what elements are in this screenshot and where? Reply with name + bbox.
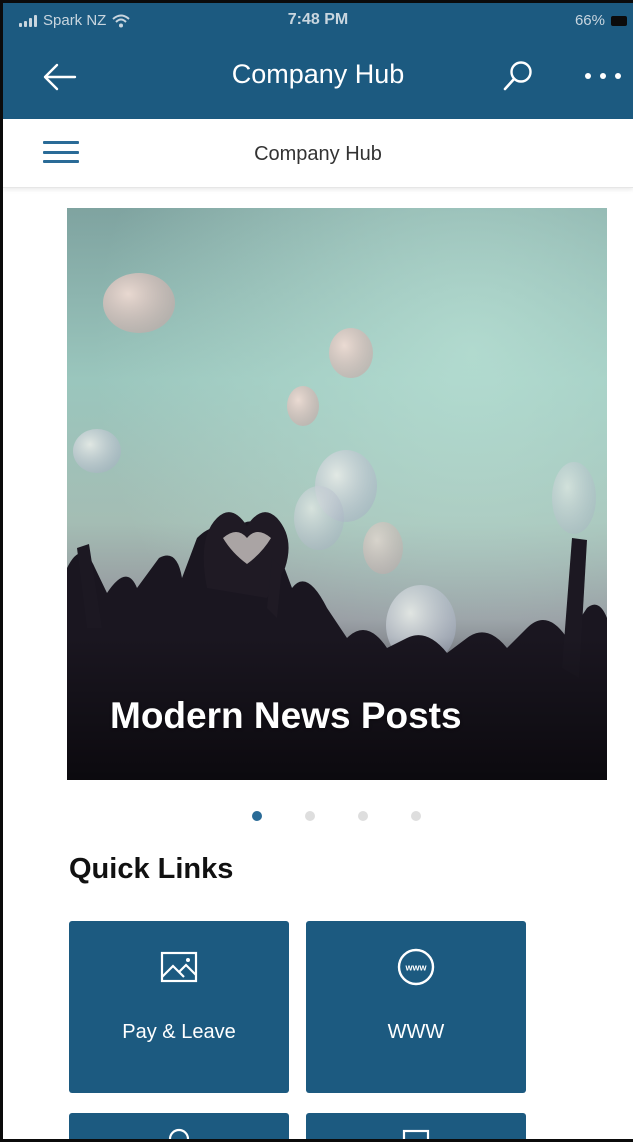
www-globe-icon: www bbox=[397, 948, 435, 986]
carousel-dot-3[interactable] bbox=[358, 811, 368, 821]
quick-link-www[interactable]: www WWW bbox=[306, 921, 526, 1093]
quick-links-heading: Quick Links bbox=[69, 853, 234, 885]
quick-link-label: Pay & Leave bbox=[122, 1021, 236, 1043]
site-title: Company Hub bbox=[254, 143, 382, 165]
app-title: Company Hub bbox=[231, 59, 405, 89]
carousel-dot-1[interactable] bbox=[252, 811, 262, 821]
quick-link-tile-3-icon bbox=[168, 1128, 190, 1139]
news-caption: Modern News Posts bbox=[110, 695, 462, 736]
quick-link-label: WWW bbox=[387, 1021, 445, 1043]
battery-percent: 66% bbox=[574, 12, 605, 29]
quick-link-pay-leave[interactable]: Pay & Leave bbox=[69, 921, 289, 1093]
more-horizontal-icon[interactable] bbox=[585, 73, 621, 79]
battery-icon bbox=[611, 15, 627, 26]
status-bar: Spark NZ 7:48 PM 66% bbox=[3, 3, 633, 35]
image-icon bbox=[160, 951, 198, 983]
quick-link-tile-4[interactable] bbox=[306, 1113, 526, 1139]
phone-screen: Spark NZ 7:48 PM 66% Company Hub Company… bbox=[0, 0, 633, 1142]
news-hero-card[interactable]: Modern News Posts bbox=[67, 208, 607, 780]
quick-link-tile-4-icon bbox=[402, 1129, 430, 1139]
battery-indicator: 66% bbox=[575, 12, 627, 29]
app-header: Company Hub bbox=[3, 35, 633, 119]
carousel-dot-4[interactable] bbox=[411, 811, 421, 821]
site-header: Company Hub bbox=[3, 119, 633, 188]
carousel-dot-2[interactable] bbox=[305, 811, 315, 821]
search-icon[interactable] bbox=[501, 59, 535, 93]
status-time: 7:48 PM bbox=[287, 11, 349, 28]
svg-text:www: www bbox=[404, 963, 427, 973]
quick-link-tile-3[interactable] bbox=[69, 1113, 289, 1139]
